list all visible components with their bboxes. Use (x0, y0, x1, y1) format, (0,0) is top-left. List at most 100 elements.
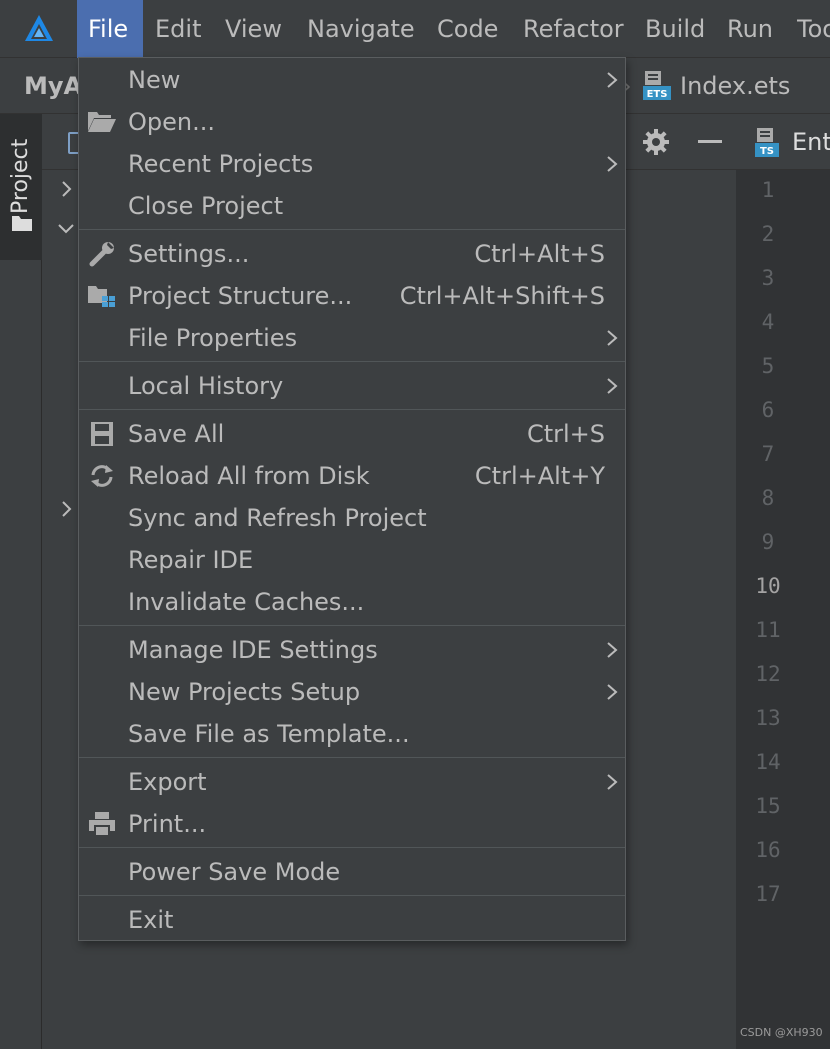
menu-item-new[interactable]: New (79, 59, 625, 101)
menu-separator (79, 625, 625, 626)
submenu-arrow-icon (607, 378, 618, 394)
line-number: 7 (761, 442, 775, 466)
menu-item-label: Open... (128, 108, 215, 136)
menu-item-label: New Projects Setup (128, 678, 361, 706)
menu-item-settings[interactable]: Settings... Ctrl+Alt+S (79, 233, 625, 275)
gear-icon[interactable] (642, 128, 670, 156)
menu-item-local-history[interactable]: Local History (79, 365, 625, 407)
editor-tab-label[interactable]: Ent (792, 114, 830, 170)
menu-item-invalidate-caches[interactable]: Invalidate Caches... (79, 581, 625, 623)
menu-item-power-save[interactable]: Power Save Mode (79, 851, 625, 893)
line-number: 2 (761, 222, 775, 246)
line-number: 1 (761, 178, 775, 202)
menu-tools[interactable]: Too (797, 0, 830, 58)
current-line-number: 10 (755, 574, 781, 598)
line-number: 6 (761, 398, 775, 422)
menu-navigate[interactable]: Navigate (307, 0, 415, 58)
menu-item-shortcut: Ctrl+S (526, 420, 605, 448)
menu-item-label: Repair IDE (128, 546, 254, 574)
menu-item-sync-refresh[interactable]: Sync and Refresh Project (79, 497, 625, 539)
menu-item-label: Print... (128, 810, 207, 838)
wrench-icon (89, 242, 114, 267)
minimize-panel-icon[interactable] (698, 140, 722, 143)
menu-separator (79, 847, 625, 848)
ts-file-icon: TS (755, 128, 779, 157)
menu-item-label: Save All (128, 420, 225, 448)
menu-item-shortcut: Ctrl+Alt+S (474, 240, 605, 268)
menu-item-label: Power Save Mode (128, 858, 341, 886)
menu-item-shortcut: Ctrl+Alt+Y (474, 462, 605, 490)
line-number: 13 (755, 706, 781, 730)
submenu-arrow-icon (607, 642, 618, 658)
line-number: 3 (761, 266, 775, 290)
svg-text:ETS: ETS (647, 89, 668, 100)
menu-item-label: Project Structure... (128, 282, 353, 310)
chevron-right-icon[interactable] (56, 179, 76, 199)
submenu-arrow-icon (607, 72, 618, 88)
line-number: 12 (755, 662, 781, 686)
editor-area: TS Ent 1 2 3 4 5 6 7 8 9 10 11 12 13 14 … (736, 114, 830, 1049)
chevron-down-icon[interactable] (56, 218, 76, 238)
menu-item-label: Recent Projects (128, 150, 314, 178)
menu-view[interactable]: View (225, 0, 282, 58)
menu-item-file-properties[interactable]: File Properties (79, 317, 625, 359)
menu-item-open[interactable]: Open... (79, 101, 625, 143)
menu-item-manage-ide-settings[interactable]: Manage IDE Settings (79, 629, 625, 671)
submenu-arrow-icon (607, 156, 618, 172)
menu-edit[interactable]: Edit (155, 0, 201, 58)
menu-item-label: Manage IDE Settings (128, 636, 378, 664)
submenu-arrow-icon (607, 774, 618, 790)
menu-item-print[interactable]: Print... (79, 803, 625, 845)
line-number: 5 (761, 354, 775, 378)
left-tool-strip: Project (0, 114, 42, 1049)
menu-item-save-as-template[interactable]: Save File as Template... (79, 713, 625, 755)
menu-item-label: Local History (128, 372, 284, 400)
menu-item-recent-projects[interactable]: Recent Projects (79, 143, 625, 185)
menu-item-label: Sync and Refresh Project (128, 504, 427, 532)
editor-tab-bar: TS Ent (736, 114, 830, 170)
menu-item-label: Invalidate Caches... (128, 588, 365, 616)
line-number-gutter: 1 2 3 4 5 6 7 8 9 10 11 12 13 14 15 16 1… (736, 170, 830, 1049)
menu-bar: File Edit View Navigate Code Refactor Bu… (0, 0, 830, 58)
line-number: 15 (755, 794, 781, 818)
menu-build[interactable]: Build (645, 0, 705, 58)
menu-item-exit[interactable]: Exit (79, 899, 625, 941)
file-menu-dropdown: New Open... Recent Projects Close Projec… (78, 57, 626, 941)
line-number: 9 (761, 530, 775, 554)
line-number: 4 (761, 310, 775, 334)
project-tool-tab[interactable]: Project (0, 114, 42, 260)
menu-item-label: New (128, 66, 181, 94)
menu-item-new-projects-setup[interactable]: New Projects Setup (79, 671, 625, 713)
menu-item-label: Close Project (128, 192, 284, 220)
menu-item-save-all[interactable]: Save All Ctrl+S (79, 413, 625, 455)
menu-item-reload-all[interactable]: Reload All from Disk Ctrl+Alt+Y (79, 455, 625, 497)
menu-separator (79, 229, 625, 230)
menu-item-label: Export (128, 768, 207, 796)
printer-icon (89, 812, 115, 837)
menu-item-close-project[interactable]: Close Project (79, 185, 625, 227)
line-number: 14 (755, 750, 781, 774)
folder-open-icon (88, 112, 116, 132)
menu-run[interactable]: Run (727, 0, 773, 58)
menu-refactor[interactable]: Refactor (523, 0, 624, 58)
menu-item-export[interactable]: Export (79, 761, 625, 803)
app-logo-icon[interactable] (22, 12, 56, 46)
chevron-right-icon[interactable] (56, 499, 76, 519)
folder-icon (12, 216, 32, 231)
menu-item-project-structure[interactable]: Project Structure... Ctrl+Alt+Shift+S (79, 275, 625, 317)
reload-icon (91, 465, 113, 487)
menu-item-label: Exit (128, 906, 174, 934)
breadcrumb-file[interactable]: Index.ets (680, 58, 790, 114)
menu-separator (79, 895, 625, 896)
menu-file[interactable]: File (77, 0, 143, 58)
menu-item-label: Save File as Template... (128, 720, 410, 748)
line-number: 16 (755, 838, 781, 862)
menu-code[interactable]: Code (437, 0, 498, 58)
svg-text:TS: TS (760, 146, 774, 157)
project-tool-tab-label: Project (8, 138, 33, 214)
menu-separator (79, 757, 625, 758)
menu-item-label: File Properties (128, 324, 298, 352)
breadcrumb-project[interactable]: MyA (24, 58, 82, 114)
menu-item-shortcut: Ctrl+Alt+Shift+S (399, 282, 605, 310)
menu-item-repair-ide[interactable]: Repair IDE (79, 539, 625, 581)
